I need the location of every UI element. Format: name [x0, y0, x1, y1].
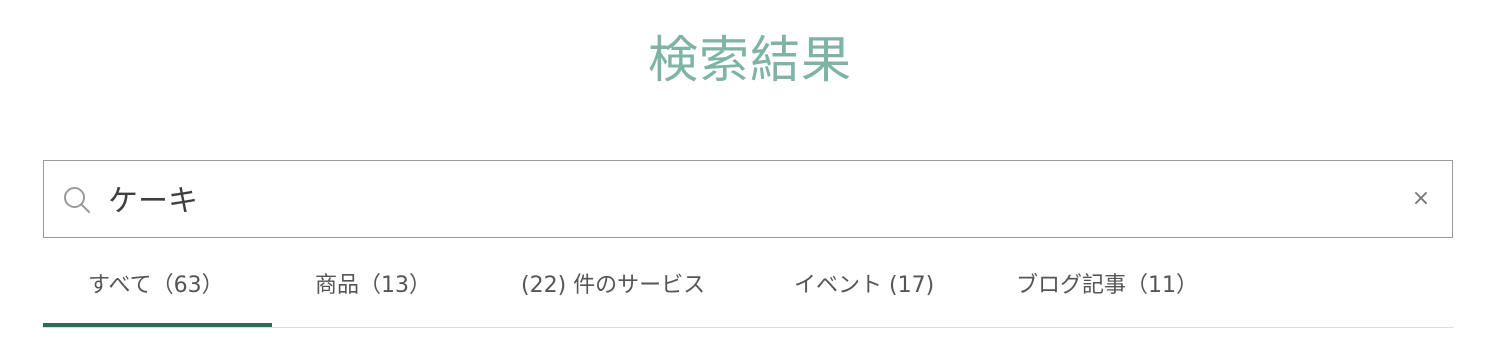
tab-products[interactable]: 商品（13） — [315, 256, 431, 327]
clear-search-button[interactable]: × — [1410, 187, 1432, 211]
tab-services[interactable]: (22) 件のサービス — [521, 256, 705, 327]
tab-label: 商品（13） — [315, 273, 431, 298]
search-input[interactable] — [108, 175, 1388, 221]
search-box: × — [43, 160, 1453, 238]
active-tab-indicator — [43, 323, 272, 327]
tab-events[interactable]: イベント (17) — [794, 256, 934, 327]
page-title: 検索結果 — [648, 31, 852, 89]
close-icon: × — [1411, 186, 1431, 211]
tab-all[interactable]: すべて（63） — [88, 256, 224, 327]
tab-label: ブログ記事（11） — [1016, 273, 1198, 298]
tab-label: (22) 件のサービス — [521, 273, 706, 298]
tab-label: すべて（63） — [88, 273, 224, 298]
search-result-tabs: すべて（63） 商品（13） (22) 件のサービス イベント (17) ブログ… — [43, 256, 1453, 328]
tab-label: イベント (17) — [794, 273, 935, 298]
search-icon — [64, 187, 90, 213]
tab-blog[interactable]: ブログ記事（11） — [1016, 256, 1198, 327]
